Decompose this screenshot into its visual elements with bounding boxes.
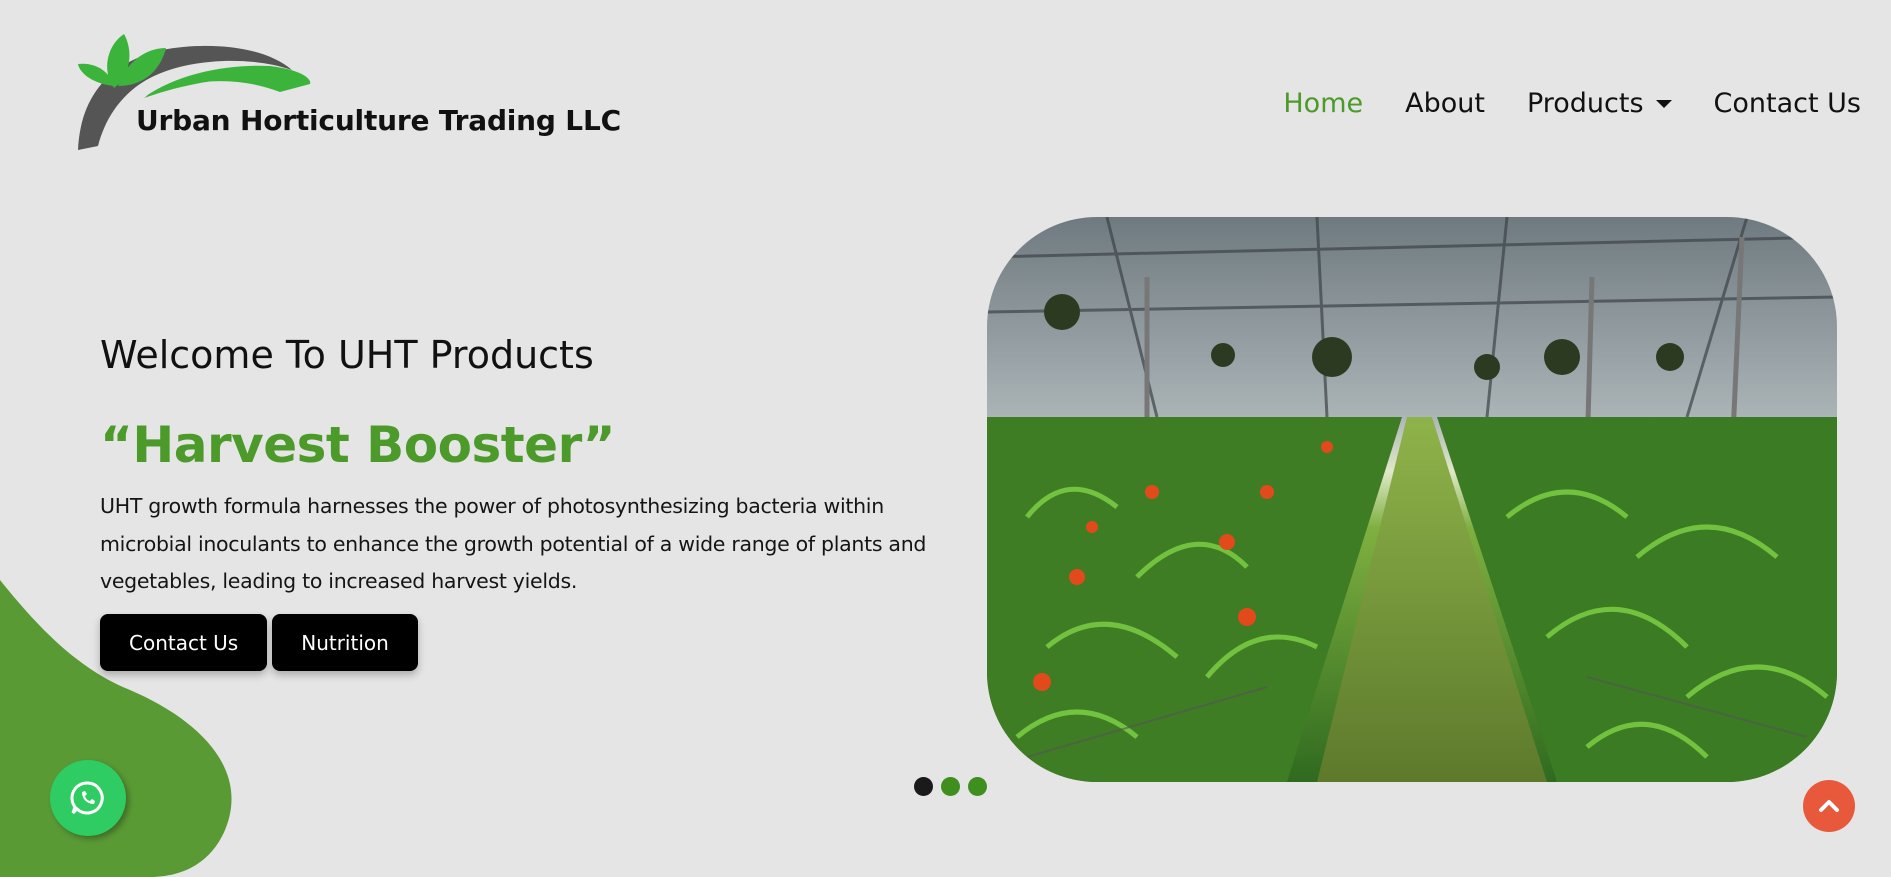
logo[interactable]: Urban Horticulture Trading LLC	[42, 14, 621, 154]
main-nav: Home About Products Contact Us	[1283, 88, 1861, 119]
carousel-dots	[914, 777, 987, 796]
whatsapp-icon	[70, 781, 104, 815]
hero-welcome: Welcome To UHT Products	[100, 333, 594, 377]
nutrition-button[interactable]: Nutrition	[272, 614, 418, 671]
greenhouse-image	[987, 217, 1837, 782]
hero-image	[987, 217, 1837, 782]
nav-products[interactable]: Products	[1527, 88, 1672, 119]
hero-headline: “Harvest Booster”	[100, 416, 616, 474]
contact-us-button[interactable]: Contact Us	[100, 614, 268, 671]
caret-down-icon	[1655, 99, 1672, 108]
nav-home-label: Home	[1283, 88, 1364, 119]
nav-about[interactable]: About	[1405, 88, 1485, 119]
scroll-top-button[interactable]	[1803, 780, 1855, 832]
carousel-dot-1[interactable]	[914, 777, 933, 796]
nav-products-label: Products	[1526, 88, 1644, 119]
nav-about-label: About	[1405, 88, 1485, 119]
whatsapp-button[interactable]	[50, 760, 126, 836]
chevron-up-icon	[1819, 800, 1839, 812]
hero-description: UHT growth formula harnesses the power o…	[100, 494, 927, 593]
nav-contact[interactable]: Contact Us	[1714, 88, 1861, 119]
nav-home[interactable]: Home	[1283, 88, 1363, 119]
hero-buttons: Contact Us Nutrition	[100, 614, 418, 671]
brand-name: Urban Horticulture Trading LLC	[136, 104, 621, 137]
carousel-dot-3[interactable]	[968, 777, 987, 796]
nav-contact-label: Contact Us	[1713, 88, 1861, 119]
carousel-dot-2[interactable]	[941, 777, 960, 796]
